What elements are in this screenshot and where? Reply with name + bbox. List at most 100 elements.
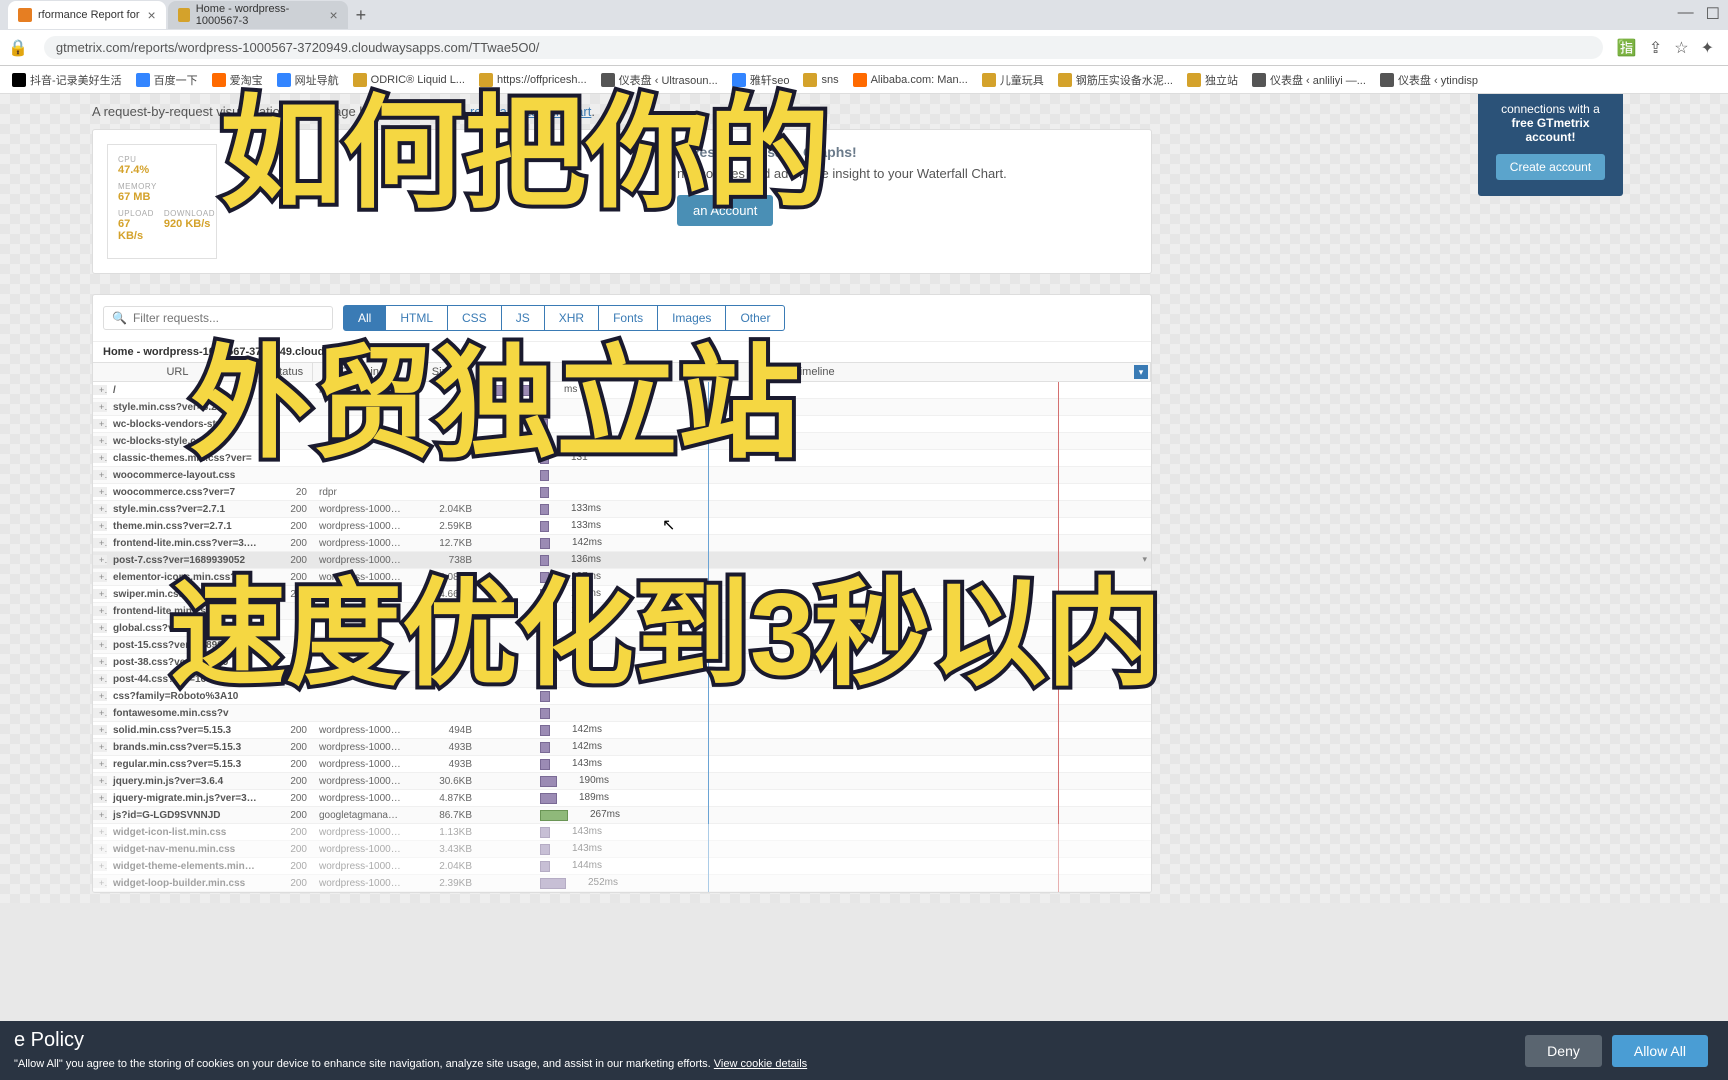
waterfall-row[interactable]: +swiper.min.css?ver=8.4.5200wordpress-10… <box>93 586 1151 603</box>
waterfall-row[interactable]: +style.min.css?ver=2.7.1200wordpress-100… <box>93 501 1151 518</box>
filter-tab-fonts[interactable]: Fonts <box>599 305 658 331</box>
expand-icon[interactable]: + <box>93 555 107 565</box>
expand-icon[interactable]: + <box>93 436 107 446</box>
expand-icon[interactable]: + <box>93 538 107 548</box>
waterfall-row[interactable]: +brands.min.css?ver=5.15.3200wordpress-1… <box>93 739 1151 756</box>
waterfall-row[interactable]: +widget-theme-elements.min.css200wordpre… <box>93 858 1151 875</box>
translate-icon[interactable]: 🈯 <box>1617 38 1637 58</box>
waterfall-help-link[interactable]: Learn how to read a waterfall chart <box>391 104 591 119</box>
bookmark-icon[interactable]: ☆ <box>1674 38 1688 58</box>
waterfall-row[interactable]: +fontawesome.min.css?v <box>93 705 1151 722</box>
waterfall-row[interactable]: +classic-themes.min.css?ver=131 <box>93 450 1151 467</box>
waterfall-row[interactable]: +post-15.css?ver=168993 <box>93 637 1151 654</box>
lock-icon[interactable]: 🔒 <box>8 38 28 58</box>
bookmark-item[interactable]: 雅轩seo <box>728 70 794 90</box>
waterfall-row[interactable]: +post-38.css?ver=169019 <box>93 654 1151 671</box>
expand-icon[interactable]: + <box>93 810 107 820</box>
waterfall-row[interactable]: +regular.min.css?ver=5.15.3200wordpress-… <box>93 756 1151 773</box>
cookie-deny-button[interactable]: Deny <box>1525 1035 1602 1067</box>
expand-icon[interactable]: + <box>93 674 107 684</box>
filter-tab-js[interactable]: JS <box>502 305 545 331</box>
expand-icon[interactable]: + <box>93 725 107 735</box>
waterfall-row[interactable]: +frontend-lite.min.css?ve10070KB13 <box>93 603 1151 620</box>
expand-icon[interactable]: + <box>93 878 107 888</box>
expand-icon[interactable]: + <box>93 691 107 701</box>
waterfall-row[interactable]: +/rdprms <box>93 382 1151 399</box>
create-account-button[interactable]: an Account <box>677 195 773 226</box>
waterfall-row[interactable]: +woocommerce.css?ver=720rdpr <box>93 484 1151 501</box>
bookmark-item[interactable]: sns <box>799 71 842 89</box>
bookmark-item[interactable]: 爱淘宝 <box>208 70 267 90</box>
expand-icon[interactable]: + <box>93 453 107 463</box>
expand-icon[interactable]: + <box>93 844 107 854</box>
bookmark-item[interactable]: 儿童玩具 <box>978 70 1048 90</box>
expand-icon[interactable]: + <box>93 827 107 837</box>
expand-icon[interactable]: + <box>93 640 107 650</box>
waterfall-row[interactable]: +widget-loop-builder.min.css200wordpress… <box>93 875 1151 892</box>
bookmark-item[interactable]: 仪表盘 ‹ anliliyi —... <box>1248 70 1370 90</box>
chevron-down-icon[interactable]: ▾ <box>1142 554 1147 565</box>
waterfall-row[interactable]: +widget-nav-menu.min.css200wordpress-100… <box>93 841 1151 858</box>
expand-icon[interactable]: + <box>93 759 107 769</box>
expand-icon[interactable]: + <box>93 606 107 616</box>
close-icon[interactable]: × <box>329 7 337 23</box>
maximize-icon[interactable]: ☐ <box>1706 4 1720 24</box>
col-timeline[interactable]: Timeline ▾ <box>478 363 1151 381</box>
chevron-down-icon[interactable]: ▾ <box>1134 365 1148 379</box>
browser-tab-1[interactable]: rformance Report for × <box>8 1 166 29</box>
expand-icon[interactable]: + <box>93 419 107 429</box>
minimize-icon[interactable]: — <box>1678 4 1694 24</box>
expand-icon[interactable]: + <box>93 861 107 871</box>
extensions-icon[interactable]: ✦ <box>1701 38 1714 58</box>
col-url[interactable]: URL <box>93 363 263 381</box>
filter-tab-html[interactable]: HTML <box>386 305 448 331</box>
col-status[interactable]: Status <box>263 363 313 381</box>
expand-icon[interactable]: + <box>93 589 107 599</box>
expand-icon[interactable]: + <box>93 793 107 803</box>
col-size[interactable]: Size <box>408 363 478 381</box>
browser-tab-2[interactable]: Home - wordpress-1000567-3 × <box>168 1 348 29</box>
waterfall-row[interactable]: +css?family=Roboto%3A10 <box>93 688 1151 705</box>
filter-tab-images[interactable]: Images <box>658 305 726 331</box>
filter-tab-other[interactable]: Other <box>726 305 785 331</box>
url-field[interactable]: gtmetrix.com/reports/wordpress-1000567-3… <box>44 36 1603 59</box>
new-tab-button[interactable]: + <box>356 5 367 26</box>
expand-icon[interactable]: + <box>93 708 107 718</box>
filter-requests-input[interactable] <box>133 311 324 325</box>
filter-tab-xhr[interactable]: XHR <box>545 305 599 331</box>
waterfall-row[interactable]: +theme.min.css?ver=2.7.1200wordpress-100… <box>93 518 1151 535</box>
bookmark-item[interactable]: 百度一下 <box>132 70 202 90</box>
expand-icon[interactable]: + <box>93 742 107 752</box>
expand-icon[interactable]: + <box>93 521 107 531</box>
filter-tab-css[interactable]: CSS <box>448 305 502 331</box>
waterfall-row[interactable]: +solid.min.css?ver=5.15.3200wordpress-10… <box>93 722 1151 739</box>
waterfall-row[interactable]: +widget-icon-list.min.css200wordpress-10… <box>93 824 1151 841</box>
close-icon[interactable]: × <box>147 7 155 23</box>
bookmark-item[interactable]: 抖音-记录美好生活 <box>8 70 126 90</box>
expand-icon[interactable]: + <box>93 385 107 395</box>
waterfall-row[interactable]: +js?id=G-LGD9SVNNJD200googletagmanager..… <box>93 807 1151 824</box>
bookmark-item[interactable]: 网址导航 <box>273 70 343 90</box>
bookmark-item[interactable]: 独立站 <box>1183 70 1242 90</box>
waterfall-row[interactable]: +wc-blocks-vendors-style. <box>93 416 1151 433</box>
bookmark-item[interactable]: Alibaba.com: Man... <box>849 71 972 89</box>
expand-icon[interactable]: + <box>93 572 107 582</box>
waterfall-row[interactable]: +global.css?ver=168993905 <box>93 620 1151 637</box>
waterfall-row[interactable]: +style.min.css?ver=6.2.2 <box>93 399 1151 416</box>
bookmark-item[interactable]: ODRIC® Liquid L... <box>349 71 469 89</box>
expand-icon[interactable]: + <box>93 657 107 667</box>
waterfall-row[interactable]: +wc-blocks-style.css?ver13 <box>93 433 1151 450</box>
waterfall-row[interactable]: +jquery-migrate.min.js?ver=3.4.0200wordp… <box>93 790 1151 807</box>
expand-icon[interactable]: + <box>93 487 107 497</box>
create-account-side-button[interactable]: Create account <box>1496 154 1605 180</box>
waterfall-row[interactable]: +elementor-icons.min.css?ver...200wordpr… <box>93 569 1151 586</box>
expand-icon[interactable]: + <box>93 776 107 786</box>
waterfall-row[interactable]: +jquery.min.js?ver=3.6.4200wordpress-100… <box>93 773 1151 790</box>
bookmark-item[interactable]: 钢筋压实设备水泥... <box>1054 70 1177 90</box>
filter-input-wrap[interactable]: 🔍 <box>103 306 333 330</box>
expand-icon[interactable]: + <box>93 623 107 633</box>
bookmark-item[interactable]: 仪表盘 ‹ Ultrasoun... <box>597 70 722 90</box>
filter-tab-all[interactable]: All <box>343 305 386 331</box>
waterfall-row[interactable]: +frontend-lite.min.css?ver=3.14.1200word… <box>93 535 1151 552</box>
bookmark-item[interactable]: 仪表盘 ‹ ytindisp <box>1376 70 1482 90</box>
